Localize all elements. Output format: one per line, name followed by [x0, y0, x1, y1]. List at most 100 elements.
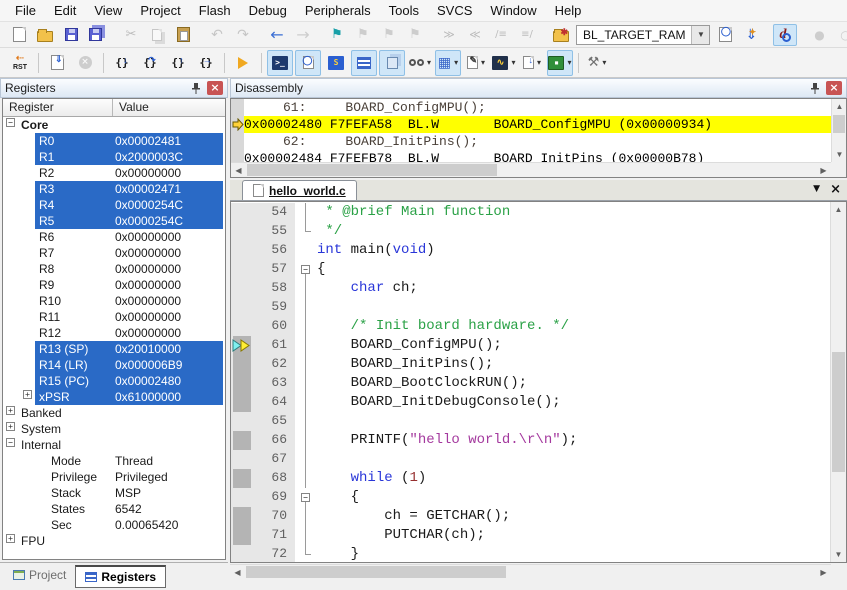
redo-button[interactable]: ↷: [231, 24, 255, 46]
scroll-up-icon[interactable]: ▲: [832, 99, 847, 114]
toolbox-button[interactable]: ⚒▾: [584, 50, 610, 76]
fold-collapse-icon[interactable]: −: [301, 493, 310, 502]
symbols-window-button[interactable]: S: [323, 50, 349, 76]
register-group-row[interactable]: +System: [3, 421, 225, 437]
disassembly-panel-header[interactable]: Disassembly ×: [230, 78, 847, 98]
nav-forward-button[interactable]: →: [291, 24, 315, 46]
chevron-down-icon[interactable]: ▾: [567, 58, 571, 67]
chevron-down-icon[interactable]: ▾: [537, 58, 541, 67]
scroll-up-icon[interactable]: ▲: [831, 202, 846, 217]
register-group-row[interactable]: +FPU: [3, 533, 225, 549]
disassembly-window-button[interactable]: ◯: [295, 50, 321, 76]
show-current-statement-button[interactable]: [230, 50, 256, 76]
stop-button[interactable]: ×: [72, 50, 98, 76]
code-line[interactable]: 65: [231, 412, 830, 431]
menu-item-view[interactable]: View: [85, 1, 131, 20]
register-row[interactable]: R15 (PC)0x00002480: [3, 373, 225, 389]
register-row[interactable]: R60x00000000: [3, 229, 225, 245]
run-button[interactable]: ⇓: [44, 50, 70, 76]
reset-cpu-button[interactable]: ⇠RST: [7, 50, 33, 76]
code-line[interactable]: 58 char ch;: [231, 279, 830, 298]
copy-button[interactable]: [145, 24, 169, 46]
uncomment-button[interactable]: ≡/: [515, 24, 539, 46]
serial-window-button[interactable]: ✎▾: [463, 50, 489, 76]
code-line[interactable]: 72 }: [231, 545, 830, 562]
flash-download-button[interactable]: ◯: [713, 24, 737, 46]
register-row[interactable]: PrivilegePrivileged: [3, 469, 225, 485]
analysis-window-button[interactable]: ∿▾: [491, 50, 517, 76]
column-value[interactable]: Value: [113, 99, 225, 116]
command-window-button[interactable]: >_: [267, 50, 293, 76]
code-line[interactable]: 63 BOARD_BootClockRUN();: [231, 374, 830, 393]
menu-item-svcs[interactable]: SVCS: [428, 1, 481, 20]
code-line[interactable]: 59: [231, 298, 830, 317]
undo-button[interactable]: ↶: [205, 24, 229, 46]
register-row[interactable]: States6542: [3, 501, 225, 517]
editor-hscrollbar[interactable]: ◀ ▶: [230, 564, 831, 579]
menu-item-help[interactable]: Help: [546, 1, 591, 20]
comment-button[interactable]: /≡: [489, 24, 513, 46]
memory-window-button[interactable]: ▦▾: [435, 50, 461, 76]
step-over-button[interactable]: {}↷: [137, 50, 163, 76]
menu-item-window[interactable]: Window: [481, 1, 545, 20]
scroll-right-icon[interactable]: ▶: [816, 163, 831, 178]
code-line[interactable]: 69− {: [231, 488, 830, 507]
scroll-left-icon[interactable]: ◀: [231, 163, 246, 178]
code-line[interactable]: 60 /* Init board hardware. */: [231, 317, 830, 336]
step-out-button[interactable]: {}↑: [165, 50, 191, 76]
disassembly-hscrollbar[interactable]: ◀ ▶: [231, 162, 831, 177]
register-row[interactable]: R50x0000254C: [3, 213, 225, 229]
breakpoint-toggle-button[interactable]: ●: [807, 24, 831, 46]
disassembly-current-line[interactable]: 0x00002480 F7FEFA58 BL.W BOARD_ConfigMPU…: [231, 116, 831, 133]
scroll-down-icon[interactable]: ▼: [832, 147, 847, 162]
collapse-icon[interactable]: −: [6, 438, 15, 447]
collapse-icon[interactable]: −: [6, 118, 15, 127]
unindent-button[interactable]: ≪: [463, 24, 487, 46]
step-into-button[interactable]: {}↓: [109, 50, 135, 76]
save-all-button[interactable]: [85, 24, 109, 46]
registers-panel-header[interactable]: Registers ×: [0, 78, 228, 98]
chevron-down-icon[interactable]: ▼: [691, 26, 709, 44]
load-run-button[interactable]: ⇓✦: [739, 24, 763, 46]
register-row[interactable]: StackMSP: [3, 485, 225, 501]
code-line[interactable]: 67: [231, 450, 830, 469]
register-row[interactable]: R110x00000000: [3, 309, 225, 325]
paste-button[interactable]: [171, 24, 195, 46]
chevron-down-icon[interactable]: ▾: [511, 58, 515, 67]
scroll-down-icon[interactable]: ▼: [831, 547, 846, 562]
register-row[interactable]: R90x00000000: [3, 277, 225, 293]
register-row[interactable]: R20x00000000: [3, 165, 225, 181]
code-line[interactable]: 62 BOARD_InitPins();: [231, 355, 830, 374]
register-row[interactable]: R10x2000003C: [3, 149, 225, 165]
menu-item-flash[interactable]: Flash: [190, 1, 240, 20]
disassembly-line[interactable]: 61: BOARD_ConfigMPU();: [231, 99, 831, 116]
trace-window-button[interactable]: ↓▾: [519, 50, 545, 76]
pin-icon[interactable]: [188, 81, 204, 95]
system-viewer-button[interactable]: ▪▾: [547, 50, 573, 76]
expand-icon[interactable]: +: [6, 406, 15, 415]
code-line[interactable]: 64 BOARD_InitDebugConsole();: [231, 393, 830, 412]
bookmark-next-button[interactable]: ⚑: [351, 24, 375, 46]
menu-item-debug[interactable]: Debug: [240, 1, 296, 20]
register-row[interactable]: R13 (SP)0x20010000: [3, 341, 225, 357]
code-line[interactable]: 57−{: [231, 260, 830, 279]
new-file-button[interactable]: [7, 24, 31, 46]
bookmark-clear-button[interactable]: ⚑: [403, 24, 427, 46]
register-row[interactable]: +xPSR0x61000000: [3, 389, 225, 405]
expand-icon[interactable]: +: [6, 422, 15, 431]
disassembly-listing[interactable]: 61: BOARD_ConfigMPU();0x00002480 F7FEFA5…: [231, 99, 831, 162]
close-icon[interactable]: ×: [207, 81, 223, 95]
tab-hello-world-c[interactable]: hello_world.c: [242, 180, 357, 200]
code-line[interactable]: 71 PUTCHAR(ch);: [231, 526, 830, 545]
register-row[interactable]: R120x00000000: [3, 325, 225, 341]
code-line[interactable]: 68 while (1): [231, 469, 830, 488]
code-line[interactable]: 54 * @brief Main function: [231, 203, 830, 222]
nav-back-button[interactable]: ←: [265, 24, 289, 46]
expand-icon[interactable]: +: [6, 534, 15, 543]
register-row[interactable]: R80x00000000: [3, 261, 225, 277]
register-row[interactable]: R14 (LR)0x000006B9: [3, 357, 225, 373]
target-options-button[interactable]: ✱: [549, 24, 573, 46]
breakpoint-enable-button[interactable]: ○: [833, 24, 847, 46]
indent-button[interactable]: ≫: [437, 24, 461, 46]
callstack-window-button[interactable]: [379, 50, 405, 76]
